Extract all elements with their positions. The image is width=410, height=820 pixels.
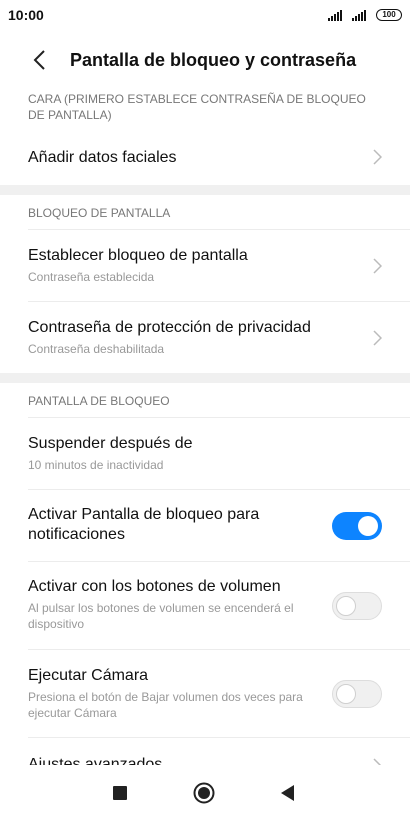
set-screen-lock-item[interactable]: Establecer bloqueo de pantalla Contraseñ… [28, 229, 410, 301]
item-subtitle: Contraseña establecida [28, 270, 155, 284]
section-header-face: CARA (PRIMERO ESTABLECE CONTRASEÑA DE BL… [28, 92, 366, 122]
item-title: Suspender después de [28, 435, 193, 452]
item-title: Contraseña de protección de privacidad [28, 319, 311, 336]
chevron-left-icon [33, 50, 45, 70]
launch-camera-toggle[interactable] [332, 679, 382, 708]
section-divider [0, 373, 410, 383]
circle-icon [193, 782, 215, 804]
home-button[interactable] [192, 781, 216, 805]
section-divider [0, 185, 410, 195]
item-subtitle: Al pulsar los botones de volumen se ence… [28, 601, 294, 631]
back-nav-button[interactable] [278, 783, 298, 803]
back-button[interactable] [24, 40, 54, 80]
status-icons: 100 [328, 9, 402, 21]
item-subtitle: Contraseña deshabilitada [28, 342, 165, 356]
page-title: Pantalla de bloqueo y contraseña [70, 49, 357, 70]
item-subtitle: Presiona el botón de Bajar volumen dos v… [28, 690, 303, 720]
item-title: Activar con los botones de volumen [28, 578, 281, 595]
recents-button[interactable] [110, 783, 130, 803]
app-header: Pantalla de bloqueo y contraseña [0, 38, 410, 82]
item-subtitle: 10 minutos de inactividad [28, 458, 164, 472]
chevron-right-icon [373, 257, 382, 274]
square-icon [113, 786, 127, 800]
item-title: Activar Pantalla de bloqueo para notific… [28, 506, 260, 543]
item-title: Añadir datos faciales [28, 149, 177, 166]
battery-icon: 100 [376, 9, 402, 21]
add-face-data-item[interactable]: Añadir datos faciales [28, 129, 410, 185]
section-header-lock: BLOQUEO DE PANTALLA [28, 206, 171, 220]
toggle-knob [336, 683, 356, 704]
status-bar: 10:00 100 [0, 0, 410, 30]
toggle-knob [336, 595, 356, 616]
signal-icon [352, 9, 366, 21]
chevron-right-icon [373, 149, 382, 165]
item-title: Establecer bloqueo de pantalla [28, 247, 248, 264]
notifications-toggle[interactable] [332, 511, 382, 540]
volume-buttons-toggle[interactable] [332, 591, 382, 620]
item-title: Ejecutar Cámara [28, 667, 149, 684]
chevron-right-icon [373, 329, 382, 346]
sleep-after-item[interactable]: Suspender después de 10 minutos de inact… [28, 417, 410, 489]
section-header-lockscreen: PANTALLA DE BLOQUEO [28, 394, 170, 408]
triangle-left-icon [281, 785, 294, 801]
settings-list: CARA (PRIMERO ESTABLECE CONTRASEÑA DE BL… [0, 86, 410, 793]
launch-camera-item[interactable]: Ejecutar Cámara Presiona el botón de Baj… [28, 649, 410, 737]
volume-buttons-wake-item[interactable]: Activar con los botones de volumen Al pu… [28, 561, 410, 649]
lockscreen-notifications-item[interactable]: Activar Pantalla de bloqueo para notific… [28, 489, 410, 561]
signal-icon [328, 9, 342, 21]
status-time: 10:00 [8, 7, 44, 23]
navigation-bar [0, 765, 410, 820]
privacy-password-item[interactable]: Contraseña de protección de privacidad C… [28, 301, 410, 373]
toggle-knob [358, 515, 378, 536]
